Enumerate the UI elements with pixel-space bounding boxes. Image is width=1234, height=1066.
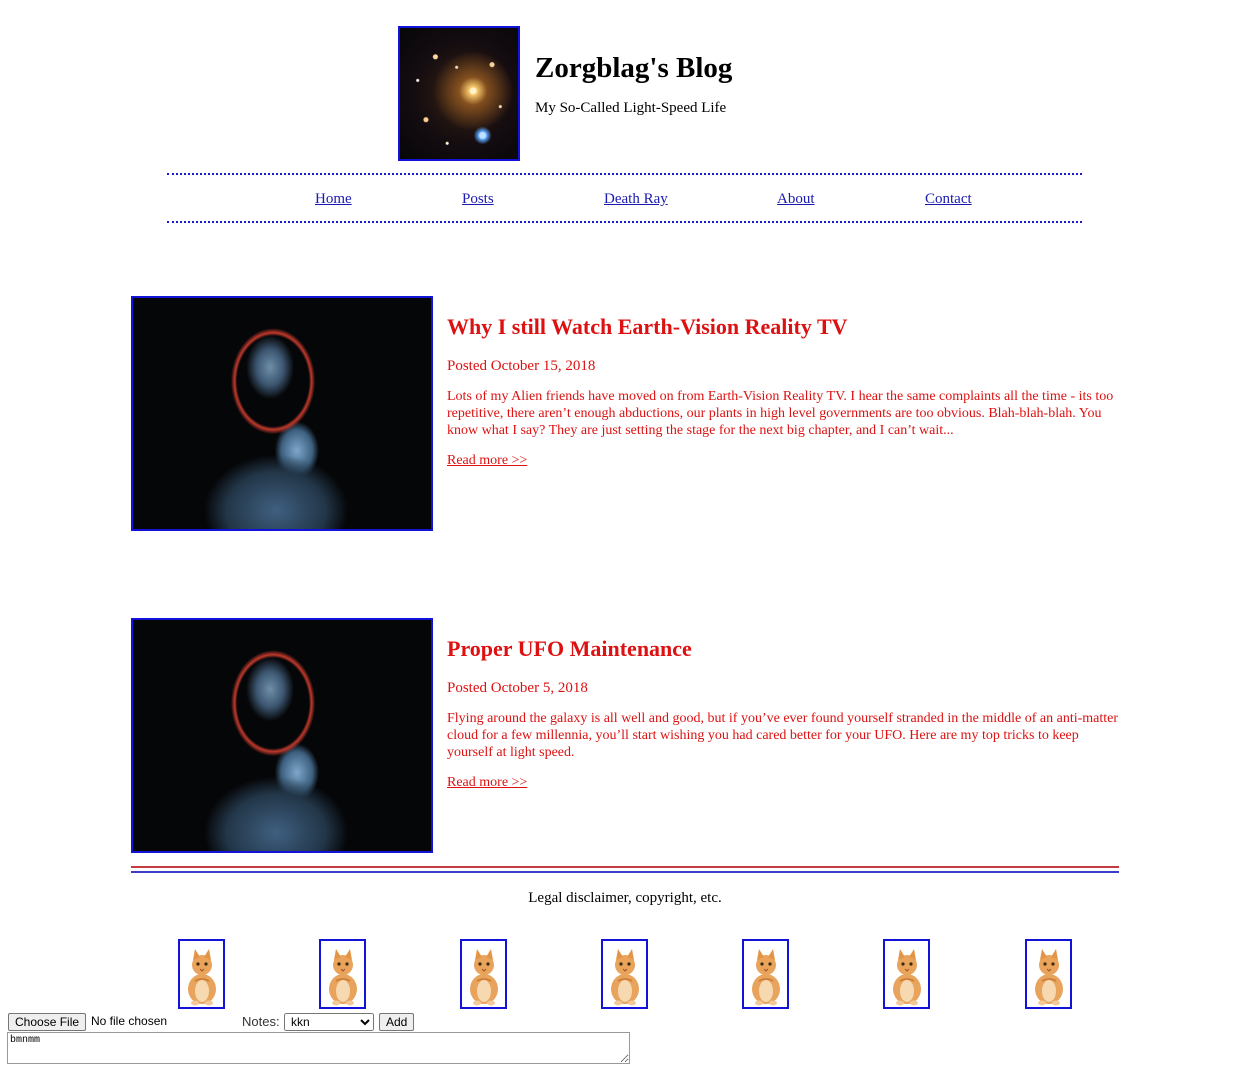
post-date: Posted October 5, 2018 xyxy=(447,680,588,696)
post-excerpt: Lots of my Alien friends have moved on f… xyxy=(447,389,1114,438)
cat-thumbnail-image xyxy=(1025,939,1072,1009)
notes-textarea[interactable]: bmnmm xyxy=(7,1032,630,1064)
post-excerpt: Flying around the galaxy is all well and… xyxy=(447,711,1119,760)
choose-file-button[interactable]: Choose File xyxy=(8,1013,87,1031)
read-more-link[interactable]: Read more >> xyxy=(447,775,527,791)
read-more-link[interactable]: Read more >> xyxy=(447,453,527,469)
cat-thumbnail-image xyxy=(319,939,366,1009)
cat-thumbnail-image xyxy=(460,939,507,1009)
site-subtitle: My So-Called Light-Speed Life xyxy=(535,100,727,116)
file-status-text: No file chosen xyxy=(91,1014,168,1028)
post-title: Why I still Watch Earth-Vision Reality T… xyxy=(447,314,848,339)
notes-select[interactable]: kkn xyxy=(284,1013,374,1031)
add-button[interactable]: Add xyxy=(379,1013,415,1031)
notes-label: Notes: xyxy=(242,1014,280,1029)
site-title: Zorgblag's Blog xyxy=(535,52,733,84)
nav-link-home[interactable]: Home xyxy=(315,191,352,208)
main-nav: Home Posts Death Ray About Contact xyxy=(167,173,1082,223)
footer-divider xyxy=(131,866,1119,873)
post-image xyxy=(131,296,433,531)
cat-thumbnail-image xyxy=(601,939,648,1009)
post-date: Posted October 15, 2018 xyxy=(447,358,596,374)
cat-thumbnail-image xyxy=(178,939,225,1009)
cat-thumbnail-image xyxy=(742,939,789,1009)
cat-thumbnail-image xyxy=(883,939,930,1009)
post-title: Proper UFO Maintenance xyxy=(447,636,692,661)
nav-link-about[interactable]: About xyxy=(777,191,815,208)
nav-link-posts[interactable]: Posts xyxy=(462,191,494,208)
post-image xyxy=(131,618,433,853)
footer-disclaimer: Legal disclaimer, copyright, etc. xyxy=(528,890,722,906)
site-logo-image xyxy=(398,26,520,161)
nav-link-death-ray[interactable]: Death Ray xyxy=(604,191,668,208)
nav-link-contact[interactable]: Contact xyxy=(925,191,972,208)
